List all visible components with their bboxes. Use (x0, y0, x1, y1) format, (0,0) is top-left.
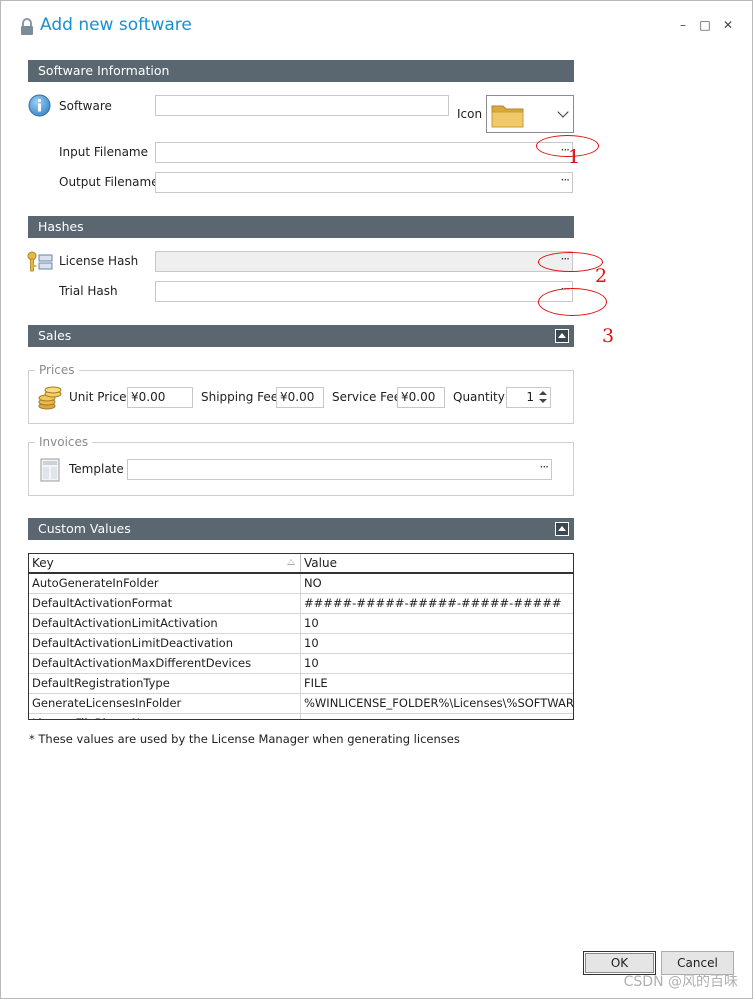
template-label: Template (69, 462, 124, 476)
prices-group-title: Prices (35, 363, 79, 377)
window-title: Add new software (40, 15, 192, 35)
software-input[interactable] (155, 95, 449, 116)
section-title: Hashes (38, 219, 84, 234)
table-row[interactable]: GenerateLicensesInFolder %WINLICENSE_FOL… (29, 694, 573, 714)
section-hashes: Hashes (28, 216, 574, 238)
collapse-sales-button[interactable] (555, 329, 569, 343)
section-title: Sales (38, 328, 72, 343)
table-row[interactable]: DefaultActivationLimitDeactivation 10 (29, 634, 573, 654)
sort-ascending-icon (287, 559, 295, 565)
template-field[interactable]: ··· (127, 459, 552, 480)
chevron-down-icon (557, 106, 569, 118)
increment-icon[interactable] (539, 391, 547, 395)
quantity-value: 1 (526, 390, 534, 404)
section-sales: Sales (28, 325, 574, 347)
watermark: CSDN @风的百味 (623, 974, 738, 990)
trial-hash-label: Trial Hash (59, 284, 118, 298)
table-row[interactable]: DefaultActivationFormat #####-#####-####… (29, 594, 573, 614)
section-software-information: Software Information (28, 60, 574, 82)
folder-icon (491, 105, 524, 128)
key-cell[interactable]: DefaultActivationFormat (29, 594, 301, 613)
trial-hash-field[interactable]: ··· (155, 281, 573, 302)
custom-values-table: Key Value AutoGenerateInFolder NO Defaul… (28, 553, 574, 720)
output-filename-label: Output Filename (59, 175, 159, 189)
key-cell[interactable]: DefaultActivationMaxDifferentDevices (29, 654, 301, 673)
maximize-button[interactable]: □ (697, 17, 713, 33)
value-cell[interactable] (301, 714, 573, 719)
icon-label: Icon (457, 107, 483, 121)
key-cell[interactable]: LicenseFileBinaryN (29, 714, 301, 719)
column-header-label: Value (304, 556, 337, 570)
license-hash-field[interactable]: ··· (155, 251, 573, 272)
decrement-icon[interactable] (539, 399, 547, 403)
section-title: Software Information (38, 63, 170, 78)
key-cell[interactable]: DefaultActivationLimitDeactivation (29, 634, 301, 653)
shipping-fee-input[interactable]: ¥0.00 (276, 387, 324, 408)
table-row[interactable]: AutoGenerateInFolder NO (29, 574, 573, 594)
unit-price-input[interactable]: ¥0.00 (127, 387, 193, 408)
software-label: Software (59, 99, 112, 113)
key-cell[interactable]: DefaultActivationLimitActivation (29, 614, 301, 633)
table-header: Key Value (29, 554, 573, 574)
template-icon (40, 458, 60, 482)
value-cell[interactable]: 10 (301, 614, 573, 633)
title-bar: Add new software – □ ✕ (1, 1, 752, 51)
service-fee-input[interactable]: ¥0.00 (397, 387, 445, 408)
annotation-number-2: 2 (595, 265, 608, 287)
value-cell[interactable]: NO (301, 574, 573, 593)
collapse-custom-values-button[interactable] (555, 522, 569, 536)
key-cell[interactable]: AutoGenerateInFolder (29, 574, 301, 593)
coins-icon (38, 386, 62, 410)
annotation-ellipse-3 (538, 288, 607, 316)
table-row[interactable]: DefaultActivationMaxDifferentDevices 10 (29, 654, 573, 674)
value-cell[interactable]: 10 (301, 634, 573, 653)
output-filename-browse-button[interactable]: ··· (561, 173, 571, 192)
table-row[interactable]: DefaultActivationLimitActivation 10 (29, 614, 573, 634)
custom-values-footnote: * These values are used by the License M… (29, 732, 460, 746)
service-fee-label: Service Fee (332, 390, 402, 404)
value-cell[interactable]: #####-#####-#####-#####-##### (301, 594, 573, 613)
output-filename-field[interactable]: ··· (155, 172, 573, 193)
column-header-value[interactable]: Value (301, 554, 573, 572)
quantity-stepper[interactable]: 1 (506, 387, 551, 408)
value-cell[interactable]: %WINLICENSE_FOLDER%\Licenses\%SOFTWARE_N (301, 694, 573, 713)
key-icon (27, 251, 53, 272)
value-cell[interactable]: 10 (301, 654, 573, 673)
column-header-key[interactable]: Key (29, 554, 301, 572)
section-title: Custom Values (38, 521, 131, 536)
dialog-window: Add new software – □ ✕ Software Informat… (0, 0, 753, 999)
close-button[interactable]: ✕ (720, 17, 736, 33)
input-filename-label: Input Filename (59, 145, 148, 159)
table-row[interactable]: LicenseFileBinaryN (29, 714, 573, 719)
section-custom-values: Custom Values (28, 518, 574, 540)
annotation-number-1: 1 (568, 146, 581, 168)
template-browse-button[interactable]: ··· (540, 460, 550, 479)
column-header-label: Key (32, 556, 54, 570)
key-cell[interactable]: DefaultRegistrationType (29, 674, 301, 693)
info-icon (28, 94, 51, 117)
value-cell[interactable]: FILE (301, 674, 573, 693)
quantity-label: Quantity (453, 390, 505, 404)
annotation-number-3: 3 (602, 325, 615, 347)
key-cell[interactable]: GenerateLicensesInFolder (29, 694, 301, 713)
minimize-button[interactable]: – (675, 17, 691, 33)
lock-icon (21, 18, 33, 35)
shipping-fee-label: Shipping Fee (201, 390, 279, 404)
annotation-ellipse-2 (538, 252, 603, 272)
icon-dropdown[interactable] (486, 95, 574, 133)
input-filename-field[interactable]: ··· (155, 142, 573, 163)
license-hash-label: License Hash (59, 254, 139, 268)
invoices-group-title: Invoices (35, 435, 93, 449)
table-row[interactable]: DefaultRegistrationType FILE (29, 674, 573, 694)
unit-price-label: Unit Price (69, 390, 127, 404)
